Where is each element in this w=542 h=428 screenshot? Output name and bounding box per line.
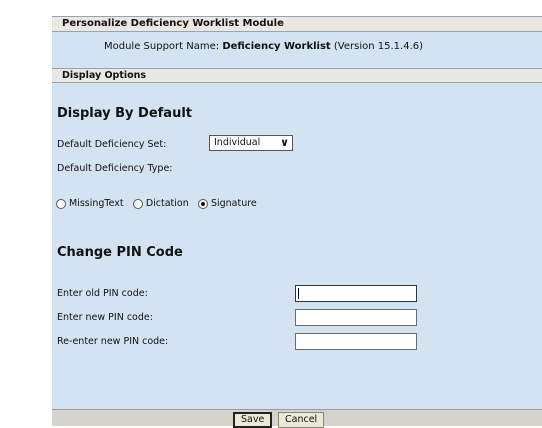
select-value: Individual [214,137,261,148]
module-version: (Version 15.1.4.6) [333,41,424,52]
radio-signature-label: Signature [210,198,257,209]
radio-missingtext[interactable] [56,198,66,209]
reenter-pin-input[interactable] [295,333,417,350]
new-pin-input[interactable] [295,309,417,326]
window-title-bar: Personalize Deficiency Worklist Module [52,16,542,32]
radio-dictation[interactable] [132,198,143,209]
chevron-down-icon: ∨ [280,136,289,149]
module-support-label: Module Support Name: [104,41,220,52]
deficiency-type-radio-group: MissingText Dictation Signature [56,198,263,214]
default-deficiency-type-label: Default Deficiency Type: [57,163,173,174]
text-caret [298,288,299,299]
old-pin-label: Enter old PIN code: [57,288,148,299]
radio-missingtext-label: MissingText [69,198,124,209]
default-deficiency-set-select[interactable]: Individual ∨ [209,135,293,151]
display-by-default-heading: Display By Default [57,106,192,121]
change-pin-heading: Change PIN Code [57,245,183,260]
new-pin-label: Enter new PIN code: [57,312,153,323]
window-title: Personalize Deficiency Worklist Module [62,18,284,29]
section-title: Display Options [62,70,147,81]
module-support-name: Deficiency Worklist [222,41,331,52]
personalize-panel: Personalize Deficiency Worklist Module M… [52,16,542,428]
reenter-pin-label: Re-enter new PIN code: [57,336,169,347]
radio-signature[interactable] [197,198,208,209]
module-support-line: Module Support Name: Deficiency Worklist… [104,41,423,52]
old-pin-input[interactable] [295,285,417,302]
radio-dictation-label: Dictation [145,198,189,209]
default-deficiency-set-label: Default Deficiency Set: [57,139,167,150]
section-header-display-options: Display Options [52,68,542,83]
footer-bar: Save Cancel [52,409,542,428]
